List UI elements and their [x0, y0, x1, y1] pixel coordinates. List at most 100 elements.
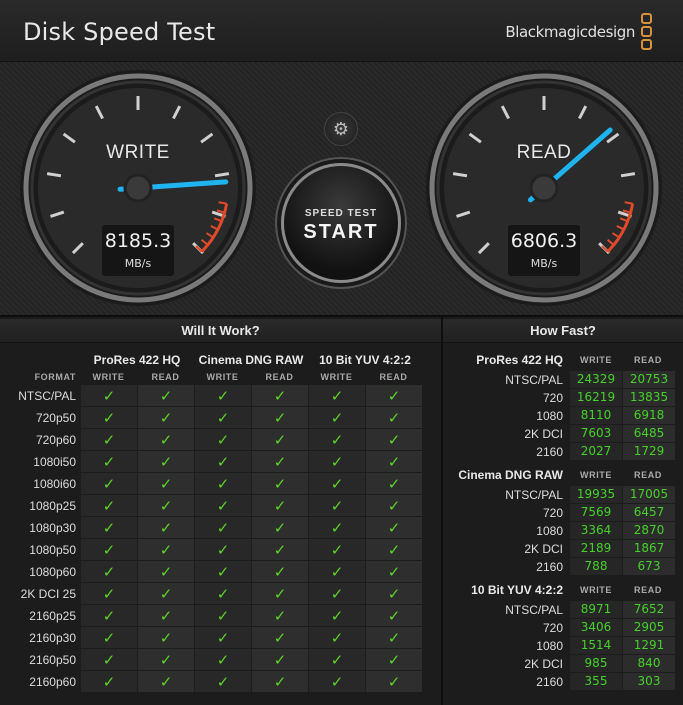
- checkmark-icon: ✓: [273, 563, 287, 581]
- compat-cell: ✓: [195, 583, 251, 604]
- compat-cell: ✓: [309, 671, 365, 692]
- compat-cell: ✓: [366, 671, 422, 692]
- checkmark-icon: ✓: [159, 563, 173, 581]
- compat-cell: ✓: [81, 539, 137, 560]
- compat-cell: ✓: [309, 539, 365, 560]
- read-fps-value: 1867: [623, 540, 675, 557]
- checkmark-icon: ✓: [387, 541, 401, 559]
- checkmark-icon: ✓: [216, 453, 230, 471]
- format-label: 2K DCI 25: [20, 587, 76, 601]
- checkmark-icon: ✓: [387, 409, 401, 427]
- write-fps-value: 8971: [570, 601, 622, 618]
- compat-cell: ✓: [366, 451, 422, 472]
- format-label: NTSC/PAL: [505, 373, 563, 387]
- format-label: 1080p25: [29, 499, 76, 513]
- checkmark-icon: ✓: [273, 541, 287, 559]
- write-fps-value: 7603: [570, 425, 622, 442]
- write-gauge-label: WRITE: [106, 142, 170, 163]
- checkmark-icon: ✓: [330, 607, 344, 625]
- compat-cell: ✓: [138, 473, 194, 494]
- compat-cell: ✓: [195, 539, 251, 560]
- app-title: Disk Speed Test: [23, 18, 216, 46]
- compat-cell: ✓: [195, 627, 251, 648]
- table-row: 1080p60 ✓ ✓ ✓ ✓ ✓ ✓: [0, 561, 441, 583]
- checkmark-icon: ✓: [216, 431, 230, 449]
- table-row: 2160 788 673: [443, 558, 683, 576]
- checkmark-icon: ✓: [273, 497, 287, 515]
- checkmark-icon: ✓: [159, 431, 173, 449]
- compat-cell: ✓: [366, 649, 422, 670]
- title-bar: Disk Speed Test Blackmagicdesign: [0, 0, 683, 62]
- table-row: 2K DCI 985 840: [443, 655, 683, 673]
- checkmark-icon: ✓: [330, 563, 344, 581]
- checkmark-icon: ✓: [216, 497, 230, 515]
- compat-cell: ✓: [138, 627, 194, 648]
- read-fps-value: 6918: [623, 407, 675, 424]
- gauge-needle-hub: [529, 173, 559, 203]
- speed-group-title: Cinema DNG RAW: [458, 468, 563, 482]
- gauge-area: WRITE 8185.3 MB/s ⚙ SPEED TEST START REA…: [0, 62, 683, 317]
- checkmark-icon: ✓: [216, 563, 230, 581]
- compat-cell: ✓: [366, 605, 422, 626]
- checkmark-icon: ✓: [159, 409, 173, 427]
- read-column-header: READ: [265, 372, 294, 382]
- compat-cell: ✓: [81, 671, 137, 692]
- table-row: 2K DCI 25 ✓ ✓ ✓ ✓ ✓ ✓: [0, 583, 441, 605]
- table-row: 720 16219 13835: [443, 389, 683, 407]
- checkmark-icon: ✓: [273, 453, 287, 471]
- format-label: 1080p50: [29, 543, 76, 557]
- checkmark-icon: ✓: [330, 519, 344, 537]
- compat-cell: ✓: [252, 495, 308, 516]
- write-fps-value: 355: [570, 673, 622, 690]
- checkmark-icon: ✓: [273, 585, 287, 603]
- write-speed-unit: MB/s: [124, 257, 152, 270]
- read-fps-value: 303: [623, 673, 675, 690]
- read-fps-value: 17005: [623, 486, 675, 503]
- compat-cell: ✓: [309, 605, 365, 626]
- compat-cell: ✓: [195, 605, 251, 626]
- checkmark-icon: ✓: [330, 453, 344, 471]
- compat-cell: ✓: [138, 407, 194, 428]
- checkmark-icon: ✓: [273, 629, 287, 647]
- compat-cell: ✓: [309, 407, 365, 428]
- table-row: NTSC/PAL 24329 20753: [443, 371, 683, 389]
- compat-cell: ✓: [252, 473, 308, 494]
- checkmark-icon: ✓: [159, 607, 173, 625]
- brand-logo-icon: [641, 13, 653, 51]
- how-fast-header: How Fast?: [443, 319, 683, 343]
- checkmark-icon: ✓: [216, 629, 230, 647]
- compat-cell: ✓: [81, 407, 137, 428]
- write-fps-value: 3406: [570, 619, 622, 636]
- table-row: 2K DCI 2189 1867: [443, 540, 683, 558]
- read-speed-header: READ: [634, 355, 662, 365]
- checkmark-icon: ✓: [273, 607, 287, 625]
- table-row: 1080 3364 2870: [443, 522, 683, 540]
- gauge-redline-tick: [218, 201, 227, 205]
- checkmark-icon: ✓: [102, 387, 116, 405]
- format-label: 2160p30: [29, 631, 76, 645]
- format-label: NTSC/PAL: [505, 603, 563, 617]
- speed-group-title: ProRes 422 HQ: [476, 353, 563, 367]
- checkmark-icon: ✓: [159, 475, 173, 493]
- checkmark-icon: ✓: [387, 673, 401, 691]
- checkmark-icon: ✓: [216, 475, 230, 493]
- compat-cell: ✓: [252, 539, 308, 560]
- checkmark-icon: ✓: [330, 497, 344, 515]
- start-button[interactable]: SPEED TEST START: [281, 163, 401, 283]
- checkmark-icon: ✓: [159, 585, 173, 603]
- checkmark-icon: ✓: [273, 475, 287, 493]
- format-label: 720: [542, 391, 563, 405]
- compat-cell: ✓: [195, 649, 251, 670]
- checkmark-icon: ✓: [102, 541, 116, 559]
- format-group-header: ProRes 422 HQ: [93, 353, 181, 367]
- compat-cell: ✓: [138, 451, 194, 472]
- gauge-needle-hub: [123, 173, 153, 203]
- checkmark-icon: ✓: [216, 541, 230, 559]
- table-row: 2160p25 ✓ ✓ ✓ ✓ ✓ ✓: [0, 605, 441, 627]
- will-it-work-table: FORMAT ProRes 422 HQ WRITE READ Cinema DNG …: [0, 343, 441, 705]
- settings-button[interactable]: ⚙: [324, 112, 358, 146]
- checkmark-icon: ✓: [216, 651, 230, 669]
- format-label: 2160: [536, 560, 563, 574]
- write-fps-value: 2189: [570, 540, 622, 557]
- compat-cell: ✓: [309, 627, 365, 648]
